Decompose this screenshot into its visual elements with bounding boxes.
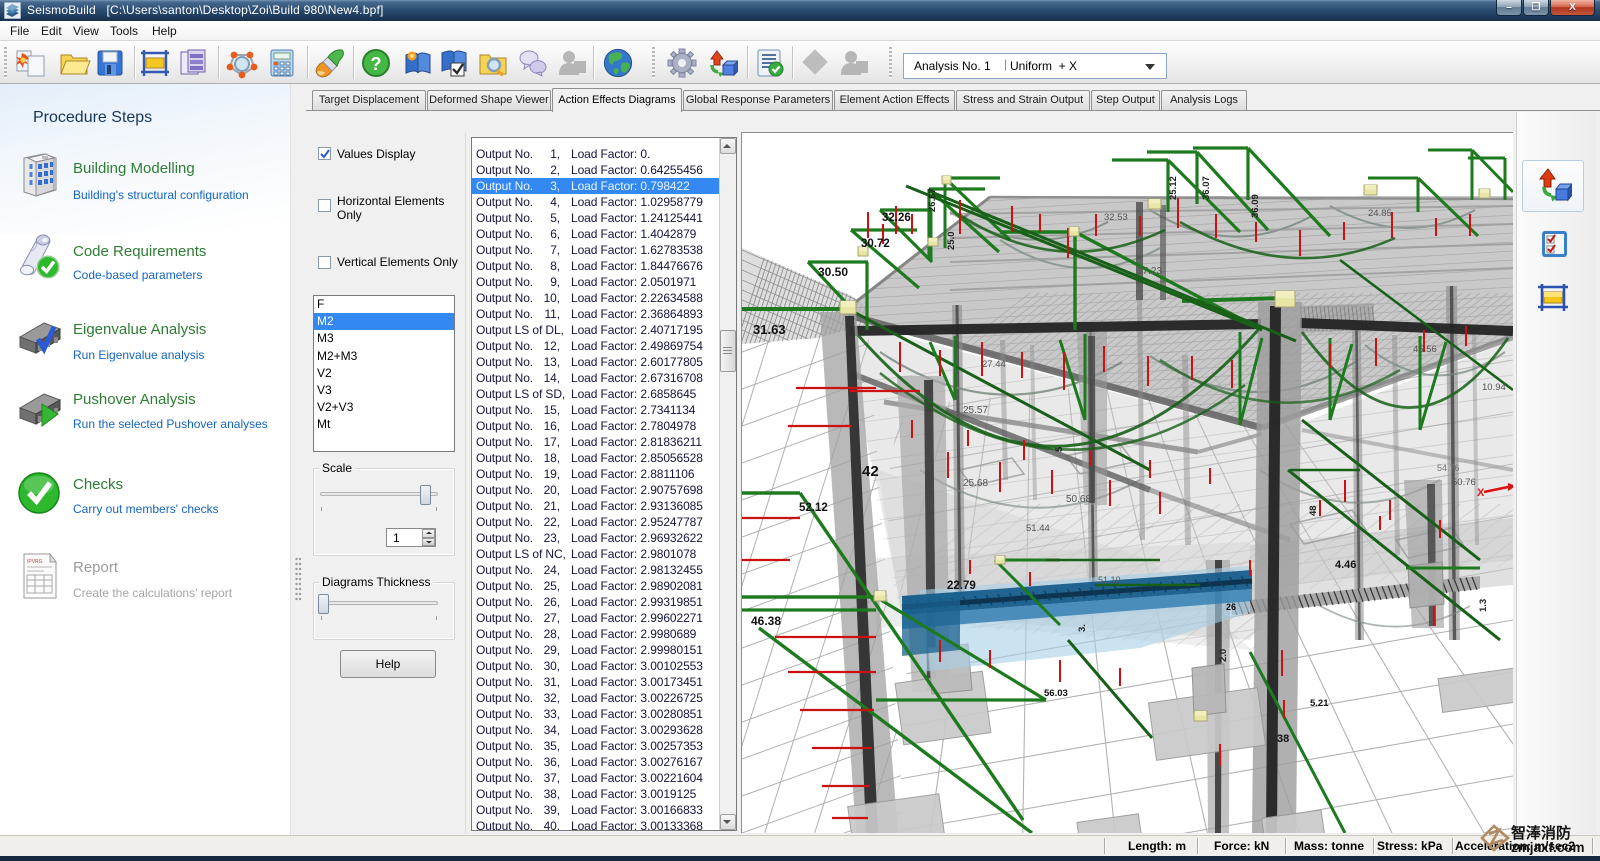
svg-text:25.0: 25.0 [946,232,957,251]
svg-text:IPVRG: IPVRG [27,559,43,565]
svg-text:4.46: 4.46 [1335,559,1356,571]
svg-text:26.67: 26.67 [927,188,938,212]
svg-text:5.21: 5.21 [1310,698,1329,709]
svg-text:36.09: 36.09 [1250,194,1261,218]
svg-text:30.50: 30.50 [818,265,848,279]
svg-text:51.44: 51.44 [1026,523,1050,534]
svg-text:36.07: 36.07 [1201,176,1212,200]
svg-text:48: 48 [1308,505,1319,516]
svg-text:46.38: 46.38 [751,614,781,628]
svg-text:3.: 3. [1077,624,1088,632]
svg-text:52.12: 52.12 [799,502,828,514]
svg-text:31.63: 31.63 [753,322,786,337]
svg-text:10.94: 10.94 [1482,382,1506,393]
svg-text:56.03: 56.03 [1044,688,1068,699]
svg-text:37.23: 37.23 [1137,266,1162,277]
svg-text:24.85: 24.85 [1368,208,1392,219]
svg-text:2.0: 2.0 [1218,649,1229,662]
svg-text:27.44: 27.44 [982,359,1006,370]
svg-text:32.26: 32.26 [882,212,911,224]
svg-text:50.76: 50.76 [1452,477,1476,488]
svg-text:22.79: 22.79 [947,580,976,592]
svg-text:25.68: 25.68 [963,478,988,489]
svg-text:26: 26 [1226,602,1236,612]
svg-text:38: 38 [1277,733,1289,745]
svg-text:54.76: 54.76 [1437,463,1460,473]
svg-text:25.12: 25.12 [1168,176,1179,200]
svg-text:zmjaxf.com: zmjaxf.com [1511,840,1585,855]
svg-text:?: ? [371,54,382,74]
svg-text:50.68: 50.68 [1066,494,1091,505]
svg-text:51.10: 51.10 [1098,575,1121,585]
svg-text:45.56: 45.56 [1413,344,1437,355]
svg-text:25.57: 25.57 [963,405,988,416]
svg-text:42: 42 [862,463,879,480]
svg-text:32.53: 32.53 [1104,212,1128,223]
svg-text:30.72: 30.72 [861,238,890,250]
svg-text:1.3: 1.3 [1478,599,1489,612]
svg-text:5: 5 [1054,446,1065,452]
svg-text:X: X [1477,487,1485,499]
